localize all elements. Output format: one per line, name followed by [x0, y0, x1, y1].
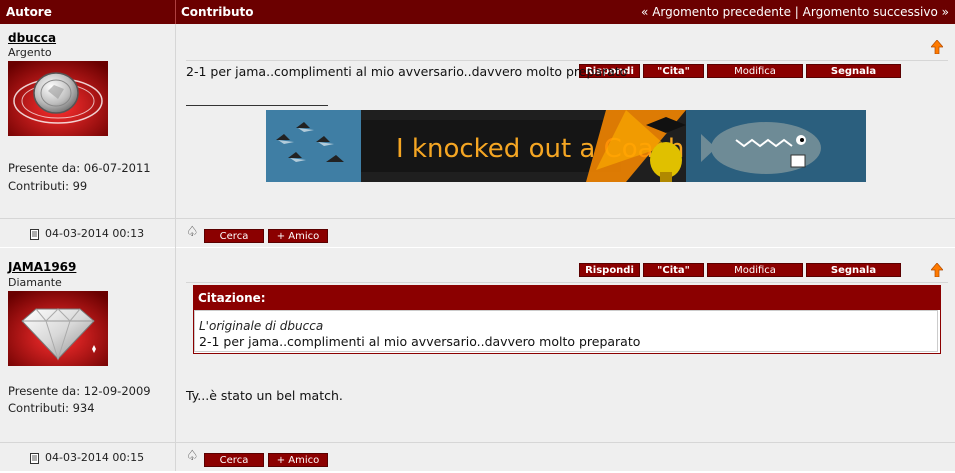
next-topic-link[interactable]: Argomento successivo [803, 5, 938, 19]
post-count: Contributi: 934 [8, 401, 95, 415]
quote-author: L'originale di dbucca [199, 319, 324, 333]
footer-divider [175, 443, 176, 471]
scroll-top-arrow-icon[interactable] [931, 40, 943, 54]
quote-text: 2-1 per jama..complimenti al mio avversa… [199, 334, 641, 349]
post-date: 04-03-2014 00:13 [45, 227, 145, 240]
quote-button[interactable]: "Cita" [643, 64, 704, 78]
report-button[interactable]: Segnala [806, 64, 901, 78]
post-text: 2-1 per jama..complimenti al mio avversa… [186, 64, 628, 79]
search-button[interactable]: Cerca [204, 229, 264, 243]
post-1-footer: 04-03-2014 00:13 ♤ Cerca + Amico [0, 218, 955, 247]
quote-header: Citazione: [194, 286, 940, 310]
document-icon [30, 453, 39, 464]
next-arrow-icon: » [941, 5, 949, 19]
header-divider [175, 0, 176, 24]
add-friend-button[interactable]: + Amico [268, 229, 328, 243]
user-rank: Diamante [8, 276, 62, 289]
post-divider [186, 282, 948, 283]
edit-button[interactable]: Modifica [707, 64, 803, 78]
spade-icon: ♤ [186, 224, 199, 240]
post-1: dbucca Argento Presente da: 06-07-2011 C… [0, 24, 955, 248]
edit-button[interactable]: Modifica [707, 263, 803, 277]
scroll-top-arrow-icon[interactable] [931, 263, 943, 277]
quote-title: Citazione: [198, 291, 266, 305]
post-text: Ty...è stato un bel match. [186, 388, 343, 403]
post-2-footer: 04-03-2014 00:15 ♤ Cerca + Amico [0, 442, 955, 471]
avatar-diamond [8, 291, 108, 366]
prev-topic-link[interactable]: Argomento precedente [652, 5, 791, 19]
reply-button[interactable]: Rispondi [579, 263, 640, 277]
quote-block: Citazione: L'originale di dbucca 2-1 per… [193, 285, 941, 354]
author-panel: JAMA1969 Diamante Presente da: 12-09-200… [0, 248, 175, 443]
post-count: Contributi: 99 [8, 179, 88, 193]
content-column-header: Contributo [181, 5, 254, 19]
member-since: Presente da: 12-09-2009 [8, 384, 151, 398]
post-divider [186, 60, 948, 61]
quote-button[interactable]: "Cita" [643, 263, 704, 277]
member-since: Presente da: 06-07-2011 [8, 161, 151, 175]
document-icon [30, 229, 39, 240]
prev-arrow-icon: « [641, 5, 649, 19]
author-column-header: Autore [6, 5, 52, 19]
signature-banner: I knocked out a Coach [266, 110, 866, 182]
signature-rule [186, 105, 328, 106]
username-link[interactable]: JAMA1969 [8, 260, 76, 274]
table-header: Autore Contributo « Argomento precedente… [0, 0, 955, 24]
quote-body: L'originale di dbucca 2-1 per jama..comp… [194, 310, 938, 352]
username-link[interactable]: dbucca [8, 31, 56, 45]
spade-icon: ♤ [186, 448, 199, 464]
search-button[interactable]: Cerca [204, 453, 264, 467]
post-2: JAMA1969 Diamante Presente da: 12-09-200… [0, 248, 955, 443]
footer-divider [175, 219, 176, 247]
report-button[interactable]: Segnala [806, 263, 901, 277]
add-friend-button[interactable]: + Amico [268, 453, 328, 467]
post-date: 04-03-2014 00:15 [45, 451, 145, 464]
topic-navigation: « Argomento precedente | Argomento succe… [641, 5, 949, 19]
nav-separator: | [794, 5, 799, 19]
author-panel: dbucca Argento Presente da: 06-07-2011 C… [0, 24, 175, 218]
user-rank: Argento [8, 46, 52, 59]
avatar-silver-coin [8, 61, 108, 136]
